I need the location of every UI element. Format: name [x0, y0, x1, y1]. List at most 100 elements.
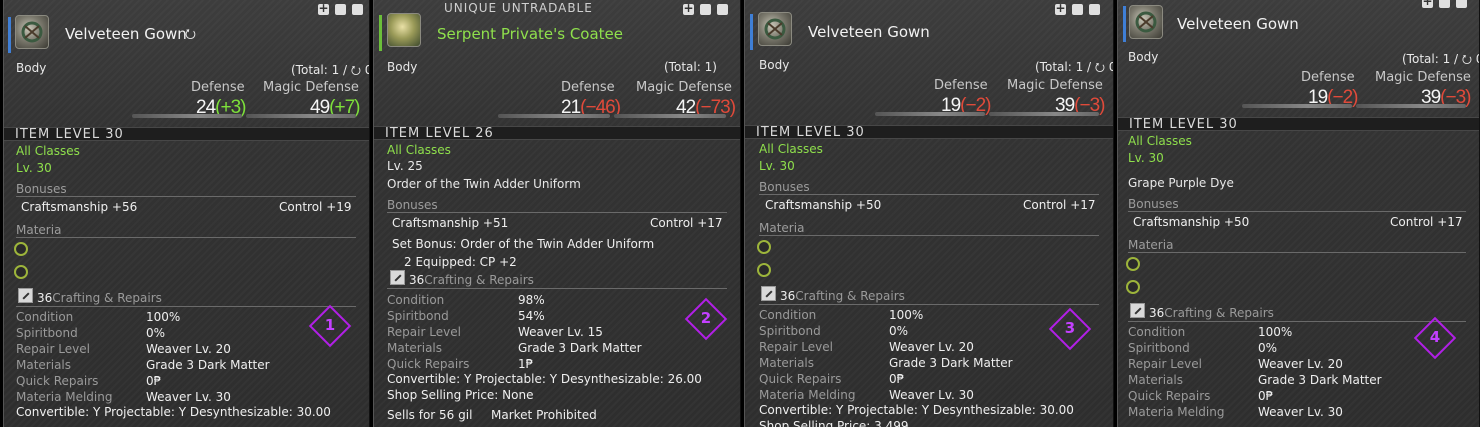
- materia-slot-icon[interactable]: [1126, 280, 1140, 294]
- class-list: All Classes: [759, 142, 823, 156]
- uniform-name: Order of the Twin Adder Uniform: [387, 177, 581, 191]
- item-name: Velveteen Gown: [1177, 15, 1299, 33]
- gil-spiral-icon: ⭮: [1094, 60, 1105, 74]
- class-list: All Classes: [387, 143, 451, 157]
- bonuses-label: Bonuses: [16, 182, 67, 196]
- equip-slot: Body: [387, 60, 418, 74]
- sells-for: Sells for 56 gil: [387, 408, 473, 422]
- gil-spiral-icon: ⭮: [350, 63, 361, 77]
- materia-label: Materia: [759, 221, 805, 235]
- required-level: Lv. 30: [1128, 151, 1164, 165]
- item-level: ITEM LEVEL 30: [1118, 117, 1479, 132]
- bonus-control: Control +17: [650, 216, 723, 230]
- total-count: (Total: 1): [664, 60, 717, 74]
- materia-slot-icon[interactable]: [757, 240, 771, 254]
- set-equipped: 2 Equipped: CP +2: [404, 255, 517, 269]
- set-bonus: Set Bonus: Order of the Twin Adder Unifo…: [392, 237, 655, 251]
- pin-icon: [1055, 1, 1066, 15]
- equip-slot: Body: [1128, 50, 1159, 64]
- required-level: Lv. 30: [16, 161, 52, 175]
- crafting-values: 100% 0% Weaver Lv. 20 Grade 3 Dark Matter 0₱…: [889, 308, 1013, 402]
- tooltip-panel-1: Velveteen Gown ⭮ Body (Total: 1 / ⭮ 0) D…: [3, 0, 370, 427]
- header-icons: [312, 1, 363, 18]
- defense-label: Defense: [191, 80, 245, 95]
- shop-price: Shop Selling Price: None: [387, 388, 534, 402]
- class-list: All Classes: [16, 144, 80, 158]
- bonuses-label: Bonuses: [759, 180, 810, 194]
- divider: [1128, 252, 1466, 253]
- defense-label: Defense: [934, 78, 988, 93]
- cabinet-icon: [717, 4, 728, 15]
- mannequin-icon: [700, 4, 711, 15]
- convertible-line: Convertible: Y Projectable: Y Desynthesi…: [759, 403, 1074, 417]
- annotation-number: 2: [700, 309, 712, 327]
- annotation-number: 1: [324, 316, 336, 334]
- required-level: Lv. 25: [387, 159, 423, 173]
- new-item-spiral-icon: ⭮: [185, 27, 196, 42]
- item-name: Serpent Private's Coatee: [437, 25, 624, 43]
- divider: [1128, 321, 1466, 322]
- defense-bar: [498, 114, 610, 118]
- magic-defense-label: Magic Defense: [1375, 70, 1471, 85]
- materia-slot-icon[interactable]: [1126, 257, 1140, 271]
- tooltip-panel-4: Velveteen Gown Body (Total: 1 / ⭮ 0) Def…: [1117, 0, 1480, 427]
- bonus-craftsmanship: Craftsmanship +50: [1133, 215, 1250, 229]
- wrench-icon: [390, 270, 405, 285]
- item-level: ITEM LEVEL 30: [745, 125, 1113, 140]
- materia-slot-icon[interactable]: [14, 242, 28, 256]
- crafting-keys: Condition Spiritbond Repair Level Materials…: [16, 310, 113, 404]
- divider: [16, 306, 356, 307]
- annotation-number: 3: [1064, 319, 1076, 337]
- crafting-keys: Condition Spiritbond Repair Level Materials…: [759, 308, 856, 402]
- total-count: (Total: 1 / ⭮ 0): [291, 63, 369, 77]
- divider: [1128, 211, 1466, 212]
- item-level: ITEM LEVEL 30: [4, 127, 369, 142]
- crafting-header: 36Crafting & Repairs: [409, 273, 534, 287]
- required-level: Lv. 30: [759, 159, 795, 173]
- materia-slot-icon[interactable]: [14, 265, 28, 279]
- materia-slot-icon[interactable]: [757, 263, 771, 277]
- gil-spiral-icon: ⭮: [1461, 52, 1472, 66]
- item-icon: [387, 13, 421, 47]
- divider: [759, 194, 1099, 195]
- rarity-accent: [379, 15, 382, 51]
- bonus-control: Control +17: [1390, 215, 1463, 229]
- crafting-values: 100% 0% Weaver Lv. 20 Grade 3 Dark Matter 0₱…: [146, 310, 270, 404]
- pin-icon: [683, 1, 694, 15]
- item-name: Velveteen Gown: [65, 25, 187, 43]
- magic-defense-label: Magic Defense: [263, 80, 359, 95]
- crafting-header: 36Crafting & Repairs: [1149, 306, 1274, 320]
- divider: [759, 235, 1099, 236]
- wrench-icon: [1130, 303, 1145, 318]
- crafting-values: 98% 54% Weaver Lv. 15 Grade 3 Dark Matter 1₱: [518, 293, 642, 371]
- pin-icon: [318, 1, 329, 15]
- item-icon: [758, 12, 792, 46]
- item-name: Velveteen Gown: [808, 23, 930, 41]
- divider: [759, 304, 1099, 305]
- crafting-header: 36Crafting & Repairs: [37, 291, 162, 305]
- market-status: Market Prohibited: [491, 408, 597, 422]
- magic-defense-bar: [614, 114, 726, 118]
- divider: [16, 237, 356, 238]
- defense-bar: [1242, 104, 1352, 108]
- magic-defense-bar: [989, 112, 1099, 116]
- magic-defense-label: Magic Defense: [1007, 78, 1103, 93]
- cabinet-icon: [1089, 4, 1100, 15]
- defense-label: Defense: [1301, 70, 1355, 85]
- cabinet-icon: [1456, 0, 1467, 8]
- shop-price: Shop Selling Price: 3,499: [759, 419, 909, 427]
- annotation-number: 4: [1429, 328, 1441, 346]
- divider: [387, 212, 727, 213]
- dye-name: Grape Purple Dye: [1128, 176, 1234, 190]
- tooltip-panel-3: Velveteen Gown Body (Total: 1 / ⭮ 0) Def…: [744, 0, 1114, 427]
- rarity-accent: [1123, 6, 1126, 42]
- item-icon: [15, 15, 49, 49]
- bonuses-label: Bonuses: [1128, 197, 1179, 211]
- wrench-icon: [761, 286, 776, 301]
- magic-defense-bar: [246, 114, 356, 118]
- defense-label: Defense: [561, 80, 615, 95]
- defense-bar: [132, 114, 242, 118]
- header-icons: [677, 1, 728, 18]
- mannequin-icon: [1072, 4, 1083, 15]
- defense-bar: [875, 112, 985, 116]
